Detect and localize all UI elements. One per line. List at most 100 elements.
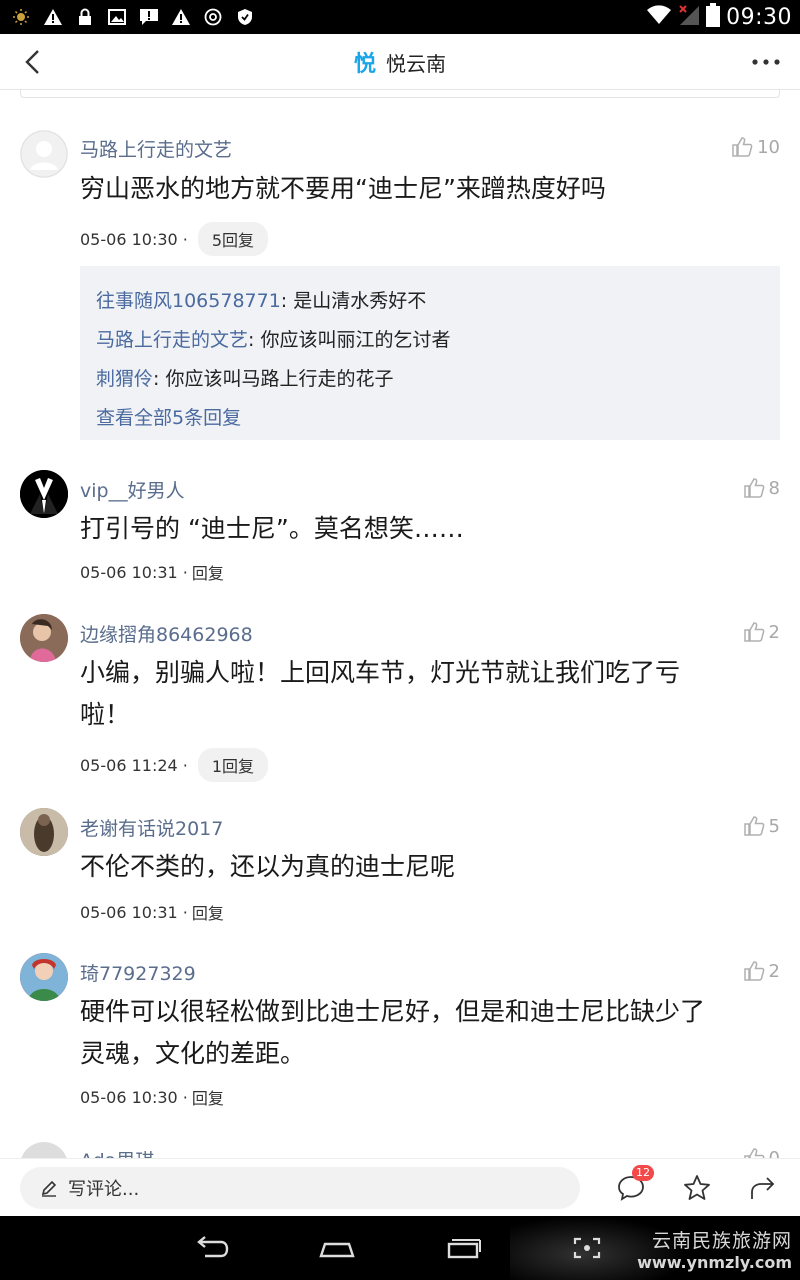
like-count: 8 bbox=[768, 477, 780, 499]
reply-count-button[interactable]: 1回复 bbox=[197, 748, 269, 782]
nav-screenshot-button[interactable] bbox=[562, 1230, 612, 1266]
thumbs-up-icon bbox=[743, 1148, 764, 1158]
app-logo: 悦 bbox=[353, 51, 376, 77]
app-header: 悦 悦云南 bbox=[0, 34, 800, 90]
screenshot-icon bbox=[573, 1237, 601, 1259]
warning-icon bbox=[38, 0, 68, 34]
comment-text-line: 啦！ bbox=[80, 700, 131, 729]
like-count: 5 bbox=[768, 815, 780, 837]
reply-button[interactable]: 回复 bbox=[192, 560, 224, 584]
lock-icon bbox=[70, 0, 100, 34]
avatar[interactable] bbox=[20, 130, 68, 178]
thumbs-up-icon bbox=[743, 478, 764, 498]
message-alert-icon bbox=[134, 0, 164, 34]
nav-back-button[interactable] bbox=[186, 1230, 236, 1266]
like-button[interactable]: 5 bbox=[743, 815, 780, 837]
comment-meta: 05-06 11:24 · 1回复 bbox=[80, 748, 269, 782]
share-button[interactable] bbox=[746, 1171, 780, 1205]
comment-username[interactable]: vip__好男人 bbox=[80, 476, 185, 503]
comment-username[interactable]: 马路上行走的文艺 bbox=[80, 135, 232, 162]
like-button[interactable]: 0 bbox=[743, 1147, 780, 1158]
comment-time: 05-06 10:30 · bbox=[80, 229, 188, 249]
status-bar: 09:30 bbox=[0, 0, 800, 34]
back-arrow-icon bbox=[197, 1236, 229, 1258]
like-count: 2 bbox=[768, 960, 780, 982]
comment-meta: 05-06 10:30 · 5回复 bbox=[80, 222, 269, 256]
comment-meta: 05-06 10:30 · 回复 bbox=[80, 1085, 224, 1109]
comment-time: 05-06 10:31 · bbox=[80, 562, 188, 582]
comment-list[interactable]: 马路上行走的文艺 10 穷山恶水的地方就不要用“迪士尼”来蹭热度好吗 05-06… bbox=[0, 98, 800, 1158]
avatar[interactable] bbox=[20, 1142, 68, 1158]
watermark-url: www.ynmzly.com bbox=[637, 1253, 792, 1272]
clock: 09:30 bbox=[726, 4, 792, 30]
more-options-button[interactable] bbox=[746, 44, 786, 80]
comment-placeholder: 写评论... bbox=[68, 1179, 140, 1200]
like-button[interactable]: 10 bbox=[731, 136, 780, 158]
reply-author[interactable]: 往事随风106578771 bbox=[96, 290, 281, 312]
reply-preview-box[interactable]: 往事随风106578771: 是山清水秀好不 马路上行走的文艺: 你应该叫丽江的… bbox=[80, 266, 780, 440]
battery-icon bbox=[706, 3, 721, 31]
home-icon bbox=[319, 1242, 355, 1258]
comment-text: 硬件可以很轻松做到比迪士尼好，但是和迪士尼比缺少了 灵魂，文化的差距。 bbox=[80, 991, 780, 1075]
reply-button[interactable]: 回复 bbox=[192, 900, 224, 924]
nav-recents-button[interactable] bbox=[438, 1230, 488, 1266]
comment-meta: 05-06 10:31 · 回复 bbox=[80, 560, 224, 584]
comment-text: 小编，别骗人啦！上回风车节，灯光节就让我们吃了亏 啦！ bbox=[80, 652, 780, 736]
comment-username[interactable]: Ada思琪 bbox=[80, 1146, 154, 1158]
avatar[interactable] bbox=[20, 470, 68, 518]
view-all-replies-link[interactable]: 查看全部5条回复 bbox=[96, 399, 764, 438]
reply-item: 马路上行走的文艺: 你应该叫丽江的乞讨者 bbox=[96, 321, 764, 360]
wifi-icon bbox=[646, 5, 672, 29]
comment-time: 05-06 10:30 · bbox=[80, 1087, 188, 1107]
like-button[interactable]: 2 bbox=[743, 621, 780, 643]
thumbs-up-icon bbox=[743, 961, 764, 981]
watermark-site-name: 云南民族旅游网 bbox=[651, 1230, 792, 1252]
system-nav-bar: 云南民族旅游网 www.ynmzly.com bbox=[0, 1216, 800, 1280]
reply-text: : 你应该叫丽江的乞讨者 bbox=[248, 329, 451, 351]
comment-meta: 05-06 10:31 · 回复 bbox=[80, 900, 224, 924]
warning-icon bbox=[166, 0, 196, 34]
like-button[interactable]: 2 bbox=[743, 960, 780, 982]
comment-input[interactable]: 写评论... bbox=[20, 1167, 580, 1209]
comments-button[interactable]: 12 bbox=[614, 1165, 654, 1205]
chevron-left-icon bbox=[25, 50, 39, 74]
reply-text: : 你应该叫马路上行走的花子 bbox=[153, 368, 394, 390]
comment-text: 打引号的 “迪士尼”。莫名想笑…… bbox=[80, 514, 464, 543]
comment-time: 05-06 10:31 · bbox=[80, 902, 188, 922]
thumbs-up-icon bbox=[732, 137, 753, 157]
comment-username[interactable]: 琦77927329 bbox=[80, 959, 196, 986]
comment-text: 不伦不类的，还以为真的迪士尼呢 bbox=[80, 852, 456, 881]
reply-text: : 是山清水秀好不 bbox=[280, 290, 427, 312]
reply-author[interactable]: 刺猬伶 bbox=[96, 368, 153, 390]
target-icon bbox=[198, 0, 228, 34]
article-card-edge bbox=[20, 90, 780, 98]
comment-bar: 写评论... 12 bbox=[0, 1158, 800, 1216]
avatar[interactable] bbox=[20, 808, 68, 856]
page-title: 悦云南 bbox=[386, 51, 446, 76]
share-arrow-icon bbox=[751, 1177, 775, 1199]
recents-icon bbox=[447, 1239, 481, 1259]
reply-item: 往事随风106578771: 是山清水秀好不 bbox=[96, 282, 764, 321]
more-dots-icon bbox=[752, 59, 780, 65]
avatar[interactable] bbox=[20, 953, 68, 1001]
like-button[interactable]: 8 bbox=[743, 477, 780, 499]
back-button[interactable] bbox=[14, 44, 50, 80]
thumbs-up-icon bbox=[743, 622, 764, 642]
thumbs-up-icon bbox=[743, 816, 764, 836]
sun-notification-icon bbox=[6, 0, 36, 34]
nav-home-button[interactable] bbox=[312, 1230, 362, 1266]
star-icon bbox=[684, 1175, 710, 1200]
watermark: 云南民族旅游网 www.ynmzly.com bbox=[637, 1226, 792, 1272]
reply-author[interactable]: 马路上行走的文艺 bbox=[96, 329, 248, 351]
avatar[interactable] bbox=[20, 614, 68, 662]
reply-button[interactable]: 回复 bbox=[192, 1085, 224, 1109]
comment-username[interactable]: 边缘摺角86462968 bbox=[80, 620, 253, 647]
pencil-icon bbox=[41, 1180, 57, 1197]
comment-text-line: 硬件可以很轻松做到比迪士尼好，但是和迪士尼比缺少了 bbox=[80, 997, 706, 1026]
comment-time: 05-06 11:24 · bbox=[80, 755, 188, 775]
reply-item: 刺猬伶: 你应该叫马路上行走的花子 bbox=[96, 360, 764, 399]
signal-icon bbox=[678, 4, 700, 30]
reply-count-button[interactable]: 5回复 bbox=[197, 222, 269, 256]
comment-username[interactable]: 老谢有话说2017 bbox=[80, 814, 223, 841]
favorite-button[interactable] bbox=[680, 1171, 714, 1205]
